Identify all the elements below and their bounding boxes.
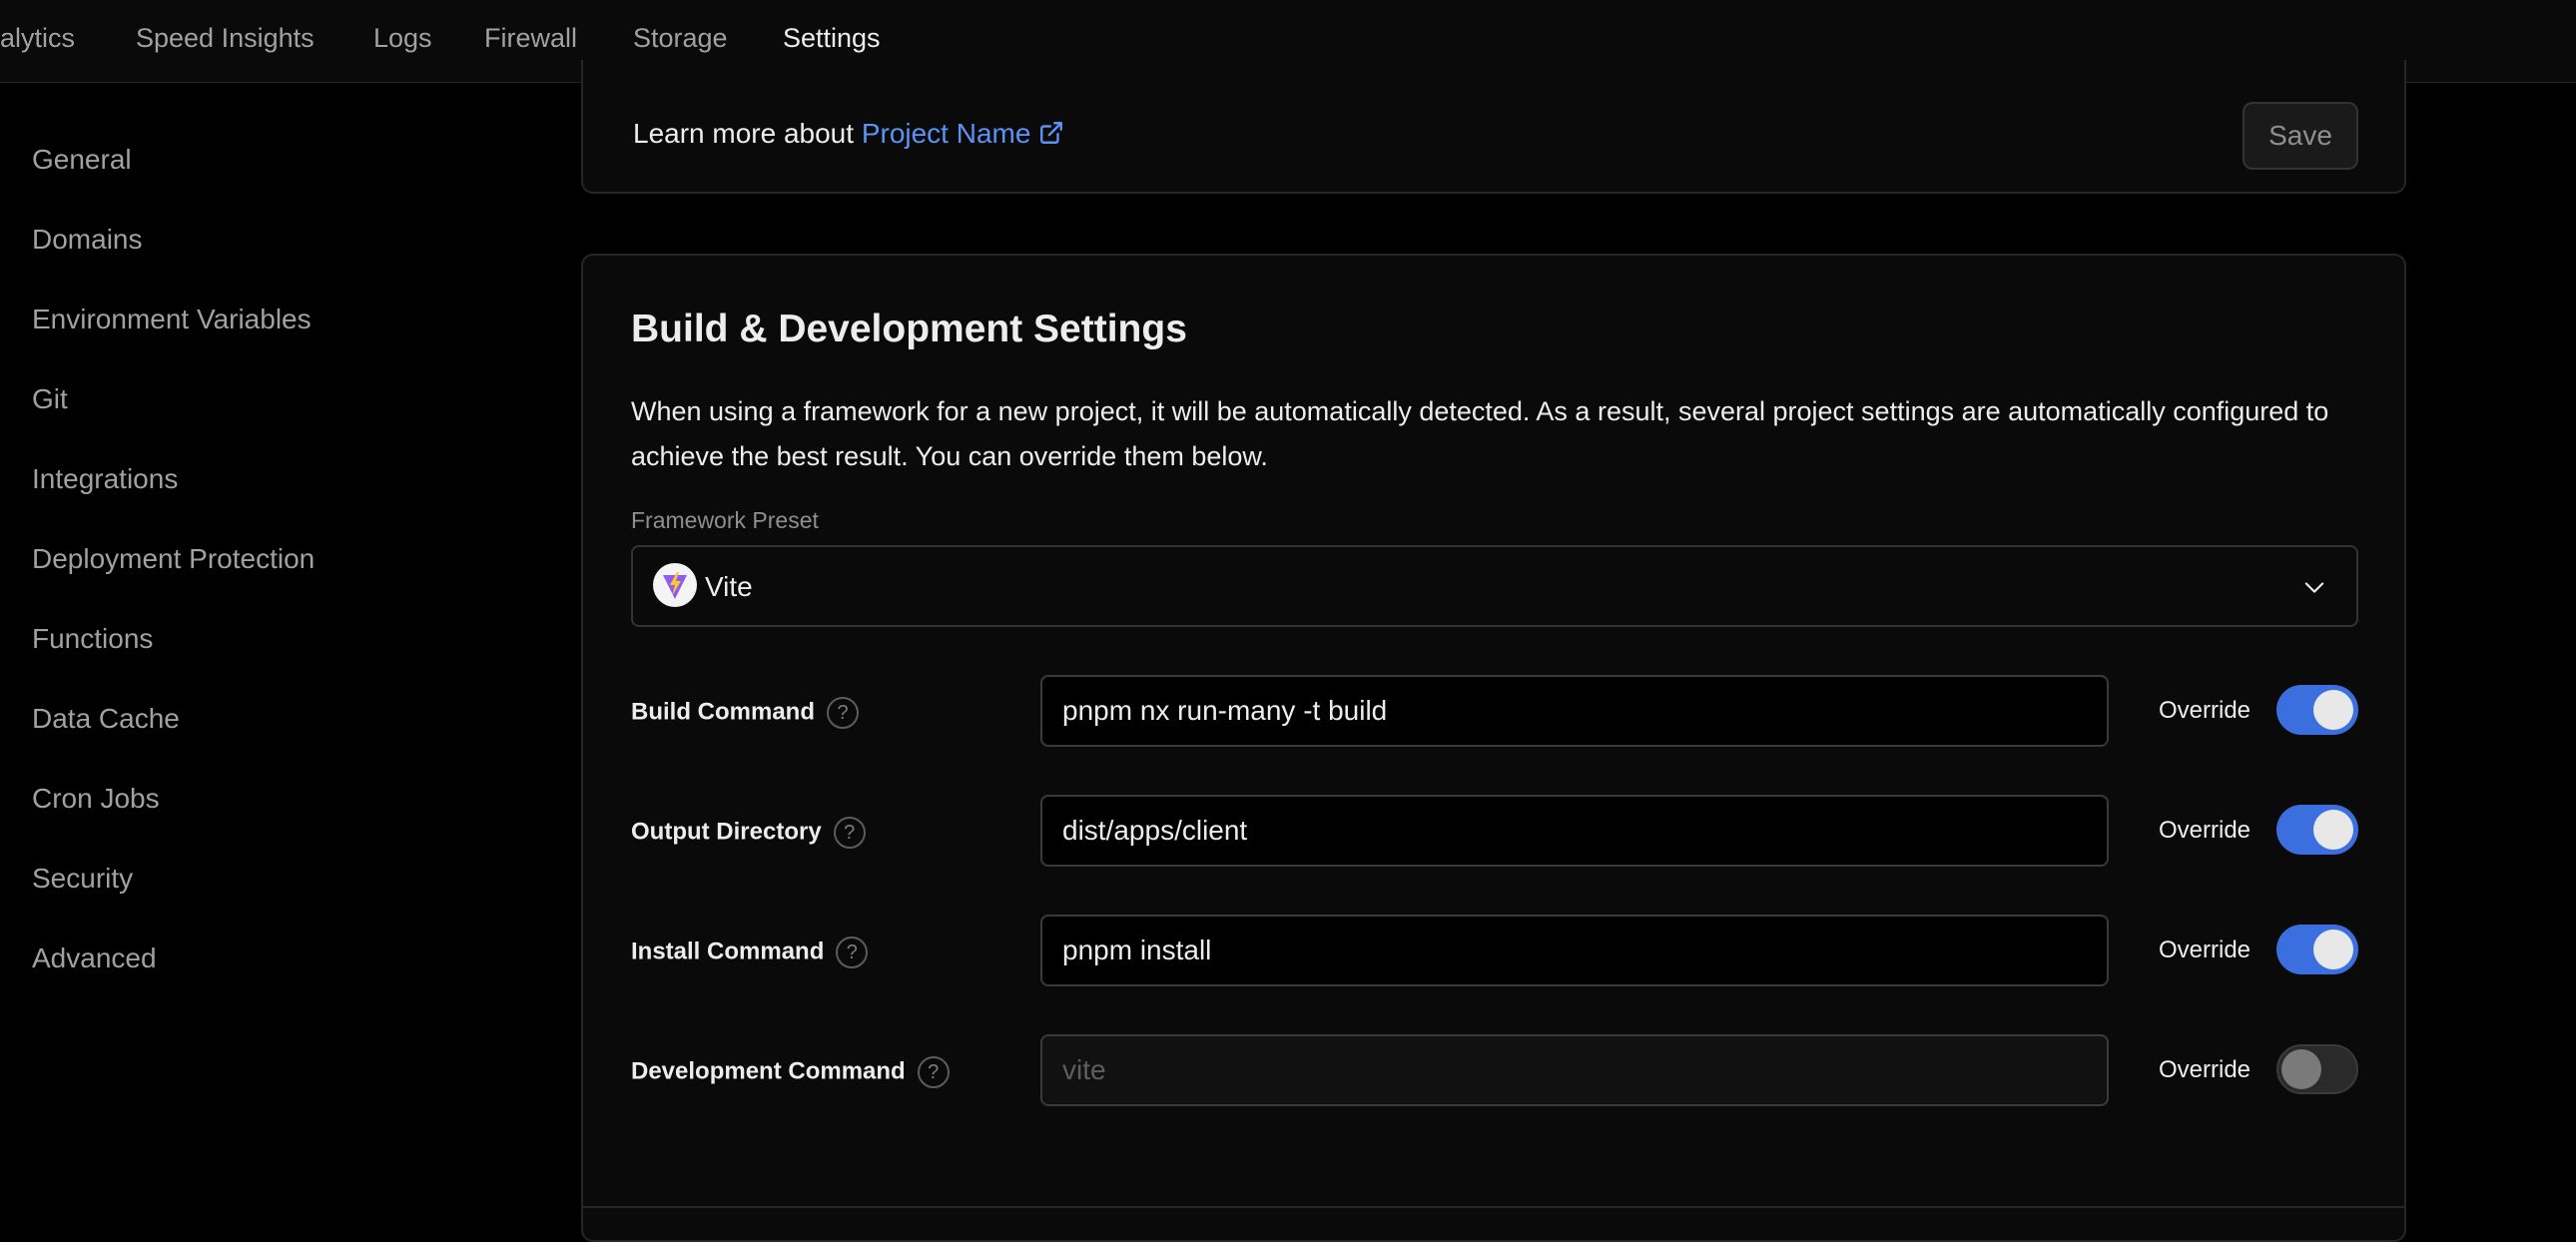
tab-analytics[interactable]: alytics (0, 0, 75, 83)
output-directory-label: Output Directory? (631, 817, 866, 849)
output-directory-row: Output Directory? Override (631, 795, 2358, 867)
project-name-card: Learn more about Project Name Save (581, 60, 2406, 194)
build-command-input[interactable] (1040, 675, 2109, 747)
sidebar-item-integrations[interactable]: Integrations (32, 463, 178, 495)
help-icon[interactable]: ? (827, 697, 859, 729)
sidebar-item-git[interactable]: Git (32, 383, 68, 415)
framework-preset-value: Vite (705, 571, 753, 602)
tab-logs[interactable]: Logs (373, 0, 432, 83)
project-name-link[interactable]: Project Name (862, 118, 1065, 149)
help-icon[interactable]: ? (836, 936, 869, 968)
external-link-icon (1040, 122, 1063, 144)
output-directory-input[interactable] (1040, 795, 2109, 867)
override-label: Override (2159, 817, 2252, 844)
help-icon[interactable]: ? (833, 817, 866, 849)
build-command-row: Build Command? Override (631, 675, 2358, 747)
sidebar-item-environment-variables[interactable]: Environment Variables (32, 304, 312, 335)
toggle-knob (2313, 930, 2353, 969)
development-command-label-text: Development Command (631, 1057, 906, 1085)
tab-firewall[interactable]: Firewall (484, 0, 577, 83)
sidebar-item-general[interactable]: General (32, 144, 132, 176)
vite-logo-icon (653, 563, 697, 607)
build-command-label-text: Build Command (631, 698, 815, 726)
sidebar-item-deployment-protection[interactable]: Deployment Protection (32, 543, 315, 575)
toggle-knob (2313, 810, 2353, 850)
development-command-input[interactable] (1040, 1034, 2109, 1106)
build-command-label: Build Command? (631, 697, 859, 729)
tab-speed-insights[interactable]: Speed Insights (136, 0, 315, 83)
framework-preset-select[interactable]: Vite (631, 545, 2358, 627)
sidebar-item-security[interactable]: Security (32, 863, 133, 895)
output-directory-label-text: Output Directory (631, 818, 822, 846)
output-directory-override-toggle[interactable] (2276, 805, 2358, 855)
install-command-row: Install Command? Override (631, 915, 2358, 986)
sidebar-item-advanced[interactable]: Advanced (32, 942, 157, 974)
install-command-label: Install Command? (631, 936, 869, 968)
development-command-override-toggle[interactable] (2276, 1044, 2358, 1094)
build-command-override-toggle[interactable] (2276, 685, 2358, 735)
sidebar-item-domains[interactable]: Domains (32, 224, 142, 256)
learn-more-text: Learn more about Project Name (633, 118, 1064, 150)
sidebar-item-functions[interactable]: Functions (32, 623, 153, 655)
toggle-knob (2281, 1049, 2321, 1089)
learn-more-prefix: Learn more about (633, 118, 862, 149)
install-command-input[interactable] (1040, 915, 2109, 986)
chevron-down-icon (2304, 582, 2324, 593)
framework-preset-label: Framework Preset (631, 507, 819, 533)
sidebar-item-cron-jobs[interactable]: Cron Jobs (32, 783, 160, 815)
save-button[interactable]: Save (2243, 102, 2358, 170)
install-command-override-toggle[interactable] (2276, 925, 2358, 974)
help-icon[interactable]: ? (917, 1056, 950, 1088)
override-label: Override (2159, 1056, 2252, 1083)
card-footer-divider (583, 1206, 2404, 1208)
section-title: Build & Development Settings (631, 308, 1187, 350)
sidebar-item-data-cache[interactable]: Data Cache (32, 703, 180, 735)
override-label: Override (2159, 697, 2252, 724)
project-name-link-label: Project Name (861, 118, 1031, 149)
development-command-label: Development Command? (631, 1056, 950, 1088)
build-development-settings-card: Build & Development Settings When using … (581, 254, 2406, 1242)
toggle-knob (2313, 690, 2353, 730)
section-description: When using a framework for a new project… (631, 396, 2329, 471)
install-command-label-text: Install Command (631, 937, 825, 965)
override-label: Override (2159, 936, 2252, 963)
development-command-row: Development Command? Override (631, 1034, 2358, 1106)
